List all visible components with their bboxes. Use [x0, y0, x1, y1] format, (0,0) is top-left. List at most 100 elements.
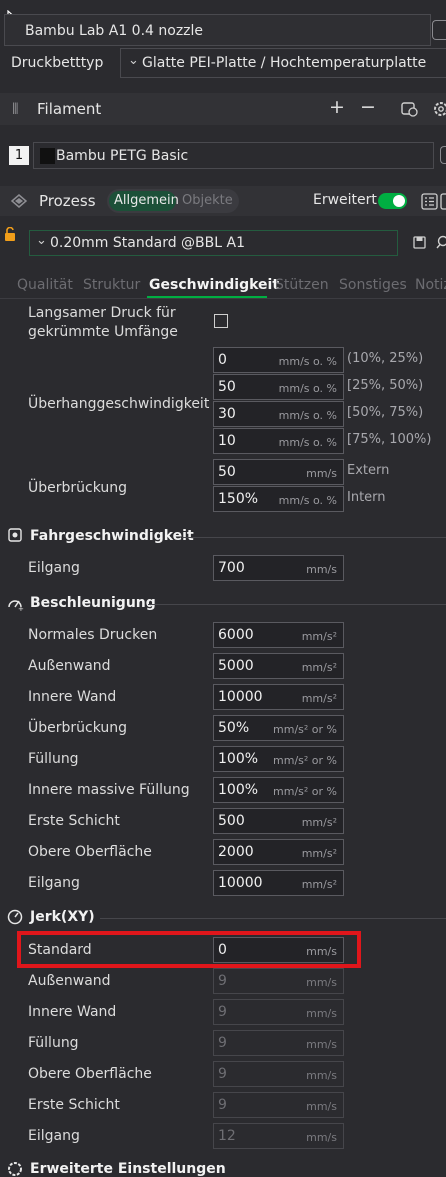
overhang-speed-field-value: 50	[218, 379, 236, 395]
acceleration-label: Außenwand	[28, 658, 111, 674]
overhang-speed-field-value: 10	[218, 433, 236, 449]
jerk-field-value: 9	[218, 1066, 227, 1082]
save-preset-icon[interactable]	[413, 236, 426, 249]
acceleration-field[interactable]: 100%mm/s² or %	[213, 746, 344, 772]
bridge-speed-field-value: 50	[218, 464, 236, 480]
acceleration-field[interactable]: 5000mm/s²	[213, 653, 344, 679]
tab-notes[interactable]: Notiz	[415, 277, 446, 293]
bridge-speed-range: Intern	[347, 490, 386, 505]
svg-text:+: +	[18, 605, 24, 611]
jerk-field-value: 9	[218, 1035, 227, 1051]
printer-name: Bambu Lab A1 0.4 nozzle	[25, 23, 203, 39]
overhang-speed-range: (10%, 25%)	[347, 351, 423, 366]
section-divider	[148, 604, 446, 605]
unlocked-icon[interactable]	[4, 227, 16, 242]
filament-header: ⦀ Filament + −	[0, 93, 446, 125]
slow-curled-label: Langsamer Druck für gekrümmte Umfänge	[28, 304, 208, 342]
overhang-speed-label: Überhanggeschwindigkeit	[28, 396, 209, 412]
jerk-field: 9 mm/s	[213, 1061, 344, 1087]
overhang-speed-field[interactable]: 30mm/s o. %	[213, 401, 344, 427]
acceleration-field-value: 6000	[218, 627, 254, 643]
segment-allgemein[interactable]: Allgemein	[109, 191, 176, 211]
acceleration-field-value: 100%	[218, 782, 258, 798]
jerk-label: Außenwand	[28, 973, 111, 989]
acceleration-field-unit: mm/s² or %	[273, 723, 337, 736]
advanced-settings-icon	[7, 1161, 23, 1177]
edit-printer-icon[interactable]	[432, 20, 446, 40]
acceleration-field[interactable]: 500 mm/s²	[213, 808, 344, 834]
travel-speed-field-value: 700	[218, 560, 245, 576]
tab-structure[interactable]: Struktur	[83, 277, 140, 293]
acceleration-label: Obere Oberfläche	[28, 844, 152, 860]
overhang-speed-range: [50%, 75%)	[347, 405, 423, 420]
search-icon[interactable]	[436, 235, 446, 250]
tab-speed[interactable]: Geschwindigkeit	[149, 277, 279, 293]
overhang-speed-field[interactable]: 50 mm/s o. %	[213, 374, 344, 400]
advanced-toggle[interactable]	[378, 193, 407, 209]
gear-icon[interactable]	[432, 100, 446, 118]
segment-objekte[interactable]: Objekte	[182, 193, 233, 208]
jerk-field-unit: mm/s	[306, 1038, 337, 1051]
overhang-speed-field-unit: mm/s o. %	[279, 382, 337, 395]
travel-speed-field[interactable]: 700mm/s	[213, 555, 344, 581]
process-preset-select[interactable]: ⌄ 0.20mm Standard @BBL A1	[29, 230, 398, 256]
acceleration-field-unit: mm/s²	[302, 878, 337, 891]
acceleration-field-value: 500	[218, 813, 245, 829]
process-icon	[11, 194, 27, 208]
edit-filament-icon[interactable]	[440, 146, 446, 164]
remove-filament-button[interactable]: −	[360, 96, 376, 118]
jerk-label: Eilgang	[28, 1128, 80, 1144]
jerk-field-value: 9	[218, 1004, 227, 1020]
acceleration-field[interactable]: 100%mm/s² or %	[213, 777, 344, 803]
jerk-label: Füllung	[28, 1035, 79, 1051]
jerk-field-unit: mm/s	[306, 1069, 337, 1082]
bed-type-select[interactable]: ⌄ Glatte PEI-Platte / Hochtemperaturplat…	[120, 48, 446, 78]
acceleration-field[interactable]: 2000 mm/s²	[213, 839, 344, 865]
settings-grid-icon[interactable]	[440, 193, 446, 210]
printer-select[interactable]: Bambu Lab A1 0.4 nozzle	[4, 14, 431, 46]
acceleration-field[interactable]: 6000mm/s²	[213, 622, 344, 648]
section-divider	[100, 918, 446, 919]
bridge-speed-field[interactable]: 150%mm/s o. %	[213, 486, 344, 512]
jerk-label: Innere Wand	[28, 1004, 116, 1020]
overhang-speed-field[interactable]: 10mm/s o. %	[213, 428, 344, 454]
filament-sync-icon[interactable]	[401, 101, 418, 117]
add-filament-button[interactable]: +	[329, 96, 345, 118]
compare-icon[interactable]	[421, 193, 438, 210]
acceleration-label: Innere Wand	[28, 689, 116, 705]
segment-allgemein-label: Allgemein	[114, 193, 179, 208]
filament-title: Filament	[37, 100, 101, 118]
bridge-speed-range: Extern	[347, 463, 389, 478]
process-header: Prozess Allgemein Objekte Erweitert	[0, 186, 446, 216]
filament-color-swatch	[40, 148, 55, 164]
filament-slot-number: 1	[9, 146, 29, 165]
tab-quality[interactable]: Qualität	[17, 277, 73, 293]
acceleration-label: Erste Schicht	[28, 813, 120, 829]
jerk-field-unit: mm/s	[306, 1007, 337, 1020]
jerk-field: 9mm/s	[213, 968, 344, 994]
bridge-speed-field[interactable]: 50 mm/s	[213, 459, 344, 485]
acceleration-field[interactable]: 10000 mm/s²	[213, 870, 344, 896]
acceleration-field[interactable]: 50%mm/s² or %	[213, 715, 344, 741]
acceleration-icon: +	[7, 595, 24, 611]
acceleration-field-value: 2000	[218, 844, 254, 860]
travel-speed-icon	[8, 528, 22, 543]
slow-curled-checkbox[interactable]	[214, 314, 228, 328]
jerk-title: Jerk(XY)	[30, 909, 95, 925]
acceleration-field-value: 10000	[218, 875, 263, 891]
jerk-label: Obere Oberfläche	[28, 1066, 152, 1082]
filament-select[interactable]: Bambu PETG Basic	[33, 142, 434, 169]
chevron-down-icon: ⌄	[128, 53, 139, 68]
bridge-speed-label: Überbrückung	[28, 480, 127, 496]
acceleration-label: Normales Drucken	[28, 627, 157, 643]
jerk-icon	[7, 909, 23, 925]
acceleration-field-unit: mm/s²	[302, 816, 337, 829]
overhang-speed-field[interactable]: 0mm/s o. %	[213, 347, 344, 373]
bridge-speed-field-unit: mm/s	[306, 467, 337, 480]
jerk-field-unit: mm/s	[306, 976, 337, 989]
tab-support[interactable]: Stützen	[275, 277, 329, 293]
acceleration-field[interactable]: 10000mm/s²	[213, 684, 344, 710]
overhang-speed-field-value: 30	[218, 406, 236, 422]
acceleration-field-unit: mm/s²	[302, 847, 337, 860]
tab-others[interactable]: Sonstiges	[339, 277, 407, 293]
